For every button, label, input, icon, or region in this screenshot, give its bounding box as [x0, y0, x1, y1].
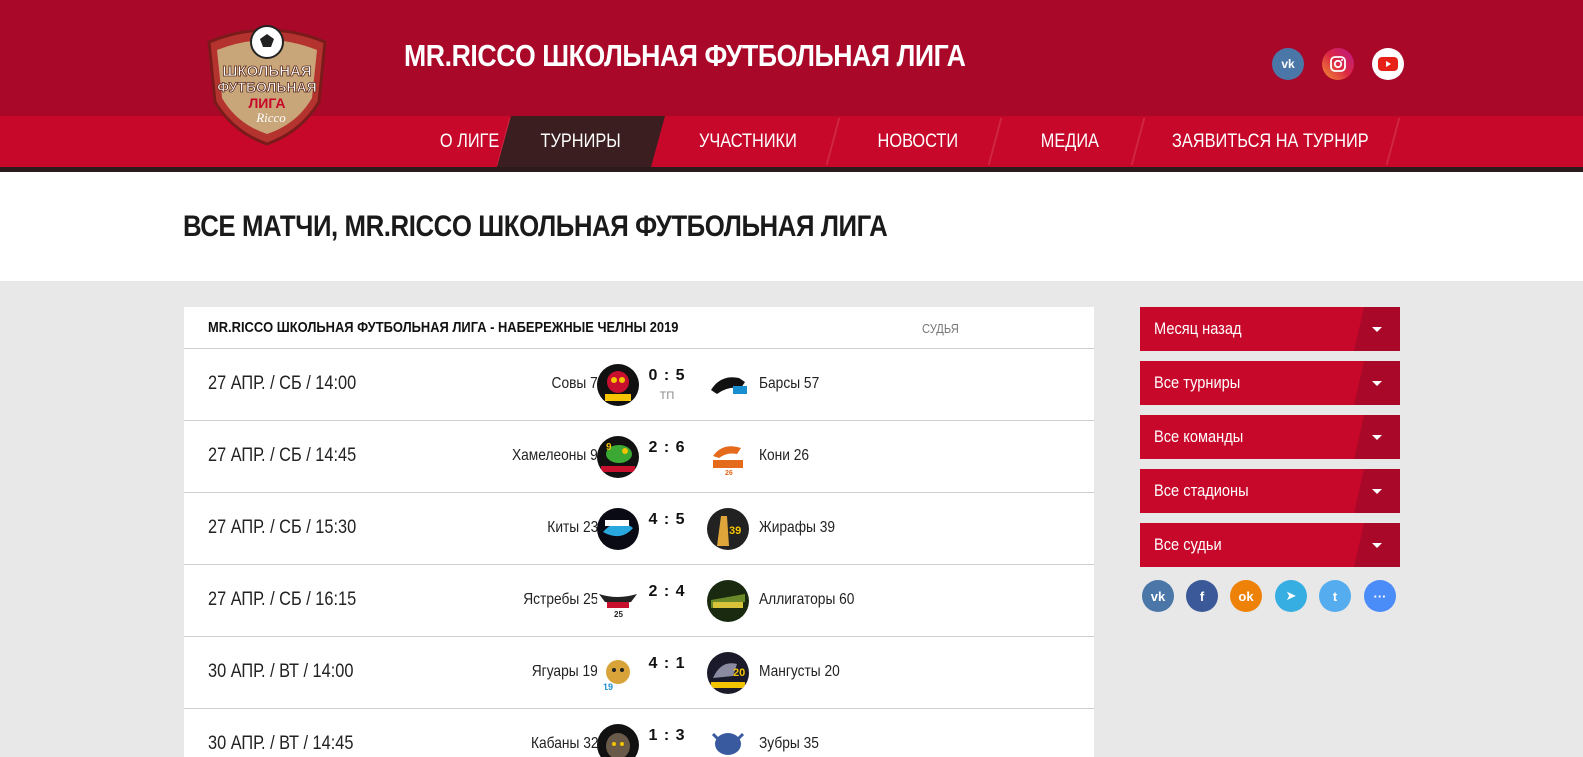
- match-row[interactable]: 27 АПР. / СБ / 14:45 Хамелеоны 9 9 2 : 6…: [184, 421, 1094, 493]
- match-row[interactable]: 30 АПР. / ВТ / 14:45 Кабаны 32 1 : 3 Зуб…: [184, 709, 1094, 757]
- svg-text:20: 20: [733, 667, 745, 679]
- chevron-down-icon[interactable]: [1354, 307, 1400, 351]
- team-logo-jaguars-icon[interactable]: 19: [597, 652, 639, 694]
- match-score[interactable]: 1 : 3: [637, 727, 697, 745]
- matches-header: MR.RICCO ШКОЛЬНАЯ ФУТБОЛЬНАЯ ЛИГА - НАБЕ…: [184, 307, 1094, 349]
- svg-text:ШКОЛЬНАЯ: ШКОЛЬНАЯ: [222, 63, 311, 80]
- chevron-down-icon[interactable]: [1354, 415, 1400, 459]
- page-title: ВСЕ МАТЧИ, MR.RICCO ШКОЛЬНАЯ ФУТБОЛЬНАЯ …: [183, 210, 888, 243]
- referee-column-label: СУДЬЯ: [922, 321, 959, 336]
- matches-list: MR.RICCO ШКОЛЬНАЯ ФУТБОЛЬНАЯ ЛИГА - НАБЕ…: [184, 307, 1094, 757]
- league-logo[interactable]: ШКОЛЬНАЯ ФУТБОЛЬНАЯ ЛИГА Ricco: [201, 24, 333, 146]
- svg-text:26: 26: [725, 470, 733, 477]
- home-team-name[interactable]: Киты 23: [539, 519, 598, 537]
- away-team-name[interactable]: Зубры 35: [759, 735, 829, 753]
- svg-text:Ricco: Ricco: [255, 110, 286, 125]
- away-team-name[interactable]: Аллигаторы 60: [759, 591, 870, 609]
- match-date: 27 АПР. / СБ / 16:15: [208, 589, 357, 610]
- team-logo-owls-icon[interactable]: [597, 364, 639, 406]
- match-date: 30 АПР. / ВТ / 14:00: [208, 661, 354, 682]
- team-logo-bison-icon[interactable]: [707, 724, 749, 757]
- home-team-name[interactable]: Ягуары 19: [521, 663, 598, 681]
- team-logo-horses-icon[interactable]: 26: [707, 436, 749, 478]
- svg-text:39: 39: [729, 525, 741, 537]
- match-date: 27 АПР. / СБ / 15:30: [208, 517, 357, 538]
- away-team-name[interactable]: Кони 26: [759, 447, 817, 465]
- match-date: 27 АПР. / СБ / 14:00: [208, 373, 357, 394]
- svg-text:ФУТБОЛЬНАЯ: ФУТБОЛЬНАЯ: [217, 79, 316, 95]
- nav-item-media[interactable]: МЕДИА: [1000, 116, 1140, 167]
- stadium-filter-select[interactable]: Все стадионы: [1140, 469, 1400, 513]
- nav-item-tournaments[interactable]: ТУРНИРЫ: [497, 116, 665, 167]
- match-score[interactable]: 0 : 5: [637, 367, 697, 385]
- team-filter-select[interactable]: Все команды: [1140, 415, 1400, 459]
- stadium-filter-label: Все стадионы: [1154, 481, 1249, 500]
- more-share-icon[interactable]: ···: [1364, 580, 1396, 612]
- team-logo-hawks-icon[interactable]: 25: [597, 580, 639, 622]
- home-team-name[interactable]: Совы 7: [544, 375, 598, 393]
- team-logo-boars-icon[interactable]: [597, 724, 639, 757]
- svg-text:ЛИГА: ЛИГА: [248, 95, 285, 111]
- period-filter-select[interactable]: Месяц назад: [1140, 307, 1400, 351]
- team-logo-chameleons-icon[interactable]: 9: [597, 436, 639, 478]
- match-row[interactable]: 27 АПР. / СБ / 14:00 Совы 7 0 : 5 ТП Бар…: [184, 349, 1094, 421]
- telegram-share-icon[interactable]: ➤: [1275, 580, 1307, 612]
- match-score[interactable]: 4 : 5: [637, 511, 697, 529]
- match-row[interactable]: 27 АПР. / СБ / 15:30 Киты 23 4 : 5 39 Жи…: [184, 493, 1094, 565]
- chevron-down-icon[interactable]: [1354, 469, 1400, 513]
- site-title[interactable]: MR.RICCO ШКОЛЬНАЯ ФУТБОЛЬНАЯ ЛИГА: [404, 38, 1057, 74]
- match-row[interactable]: 30 АПР. / ВТ / 14:00 Ягуары 19 19 4 : 1 …: [184, 637, 1094, 709]
- vk-icon[interactable]: vk: [1272, 48, 1304, 80]
- nav-item-news[interactable]: НОВОСТИ: [838, 116, 998, 167]
- league-name[interactable]: MR.RICCO ШКОЛЬНАЯ ФУТБОЛЬНАЯ ЛИГА - НАБЕ…: [208, 319, 755, 336]
- match-date: 30 АПР. / ВТ / 14:45: [208, 733, 354, 754]
- away-team-name[interactable]: Мангусты 20: [759, 663, 853, 681]
- period-filter-label: Месяц назад: [1154, 319, 1242, 338]
- facebook-share-icon[interactable]: f: [1186, 580, 1218, 612]
- instagram-icon[interactable]: [1322, 48, 1354, 80]
- svg-text:19: 19: [603, 682, 613, 692]
- match-row[interactable]: 27 АПР. / СБ / 16:15 Ястребы 25 25 2 : 4…: [184, 565, 1094, 637]
- svg-text:25: 25: [614, 610, 623, 619]
- team-logo-alligators-icon[interactable]: [707, 580, 749, 622]
- match-score[interactable]: 2 : 4: [637, 583, 697, 601]
- home-team-name[interactable]: Хамелеоны 9: [498, 447, 598, 465]
- youtube-icon[interactable]: [1372, 48, 1404, 80]
- twitter-share-icon[interactable]: t: [1319, 580, 1351, 612]
- match-score[interactable]: 4 : 1: [637, 655, 697, 673]
- referee-filter-select[interactable]: Все судьи: [1140, 523, 1400, 567]
- team-logo-giraffes-icon[interactable]: 39: [707, 508, 749, 550]
- match-date: 27 АПР. / СБ / 14:45: [208, 445, 357, 466]
- technical-defeat-note: ТП: [659, 390, 675, 402]
- vk-share-icon[interactable]: vk: [1142, 580, 1174, 612]
- nav-item-apply[interactable]: ЗАЯВИТЬСЯ НА ТУРНИР: [1145, 116, 1395, 167]
- away-team-name[interactable]: Барсы 57: [759, 375, 829, 393]
- svg-text:9: 9: [606, 442, 612, 453]
- chevron-down-icon[interactable]: [1354, 361, 1400, 405]
- tournament-filter-select[interactable]: Все турниры: [1140, 361, 1400, 405]
- chevron-down-icon[interactable]: [1354, 523, 1400, 567]
- home-team-name[interactable]: Кабаны 32: [520, 735, 598, 753]
- match-score[interactable]: 2 : 6: [637, 439, 697, 457]
- team-logo-mongooses-icon[interactable]: 20: [707, 652, 749, 694]
- team-filter-label: Все команды: [1154, 427, 1244, 446]
- nav-item-participants[interactable]: УЧАСТНИКИ: [668, 116, 828, 167]
- away-team-name[interactable]: Жирафы 39: [759, 519, 847, 537]
- team-logo-whales-icon[interactable]: [597, 508, 639, 550]
- tournament-filter-label: Все турниры: [1154, 373, 1241, 392]
- home-team-name[interactable]: Ястребы 25: [511, 591, 598, 609]
- team-logo-leopards-icon[interactable]: [707, 364, 749, 406]
- referee-filter-label: Все судьи: [1154, 535, 1222, 554]
- odnoklassniki-share-icon[interactable]: ok: [1230, 580, 1262, 612]
